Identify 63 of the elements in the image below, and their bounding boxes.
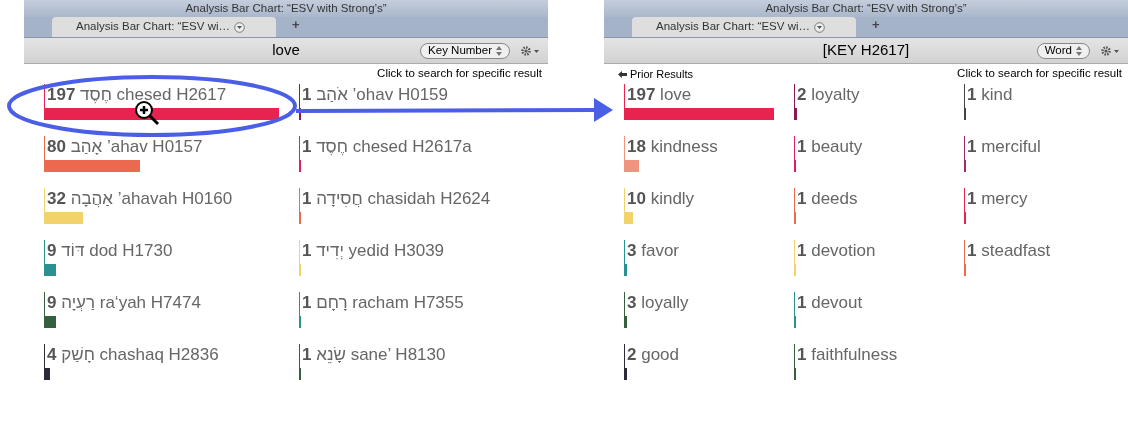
window-title: Analysis Bar Chart: “ESV with Strong’s” bbox=[185, 0, 387, 16]
tab[interactable]: Analysis Bar Chart: “ESV wi… bbox=[632, 17, 856, 37]
result-item[interactable]: 1 beauty bbox=[794, 136, 964, 172]
new-tab-button[interactable]: + bbox=[292, 14, 300, 34]
result-label: 3 favor bbox=[626, 240, 680, 262]
result-label: 1 kind bbox=[966, 84, 1014, 106]
sort-popup[interactable]: Word bbox=[1036, 42, 1090, 59]
sort-popup[interactable]: Key Number bbox=[420, 42, 510, 59]
result-label: 1 beauty bbox=[796, 136, 864, 158]
result-label: 1 steadfast bbox=[966, 240, 1052, 262]
result-item[interactable]: 18 kindness bbox=[624, 136, 794, 172]
result-label: 18 kindness bbox=[626, 136, 719, 158]
result-label: 3 loyally bbox=[626, 292, 690, 314]
window-title: Analysis Bar Chart: “ESV with Strong’s” bbox=[765, 0, 967, 16]
result-item[interactable]: 1 devout bbox=[794, 292, 964, 328]
result-item[interactable]: 3 favor bbox=[624, 240, 794, 276]
up-down-icon bbox=[1076, 45, 1082, 56]
result-label: 1 devotion bbox=[796, 240, 877, 262]
hint-text[interactable]: Click to search for specific result bbox=[957, 65, 1122, 83]
dropdown-icon bbox=[234, 21, 245, 33]
result-item[interactable]: 3 loyally bbox=[624, 292, 794, 328]
result-item[interactable]: 1 steadfast bbox=[964, 240, 1114, 276]
result-label: 10 kindly bbox=[626, 188, 696, 210]
count-bar bbox=[625, 264, 628, 276]
result-label: 1 faithfulness bbox=[796, 344, 899, 366]
zoom-cursor-icon bbox=[135, 101, 160, 126]
tab-label: Analysis Bar Chart: “ESV wi… bbox=[76, 19, 230, 35]
count-bar bbox=[45, 316, 56, 328]
tab-label: Analysis Bar Chart: “ESV wi… bbox=[656, 19, 810, 35]
result-label: 2 loyalty bbox=[796, 84, 861, 106]
result-label: 197 love bbox=[626, 84, 693, 106]
result-item[interactable]: 1 devotion bbox=[794, 240, 964, 276]
result-item[interactable]: 10 kindly bbox=[624, 188, 794, 224]
hint-text[interactable]: Click to search for specific result bbox=[377, 65, 542, 83]
query-title: love bbox=[272, 40, 300, 61]
new-tab-button[interactable]: + bbox=[872, 14, 880, 34]
result-item[interactable]: 1 merciful bbox=[964, 136, 1114, 172]
query-title: [KEY H2617] bbox=[822, 40, 910, 61]
dropdown-icon bbox=[814, 21, 825, 33]
result-item[interactable]: 1 faithfulness bbox=[794, 344, 964, 380]
result-label: 1 devout bbox=[796, 292, 864, 314]
gear-menu-icon[interactable] bbox=[1100, 44, 1120, 57]
count-bar bbox=[625, 160, 639, 172]
result-label: 1 deeds bbox=[796, 188, 859, 210]
count-bar bbox=[625, 316, 628, 328]
result-label: 1 mercy bbox=[966, 188, 1029, 210]
result-item[interactable]: 197 love bbox=[624, 84, 794, 120]
result-item[interactable]: 1 deeds bbox=[794, 188, 964, 224]
up-down-icon bbox=[496, 45, 502, 56]
count-bar bbox=[625, 212, 633, 224]
result-item[interactable]: 2 good bbox=[624, 344, 794, 380]
back-arrow-icon bbox=[618, 70, 627, 78]
gear-menu-icon[interactable] bbox=[520, 44, 540, 57]
result-item[interactable]: 1 kind bbox=[964, 84, 1114, 120]
prior-results-link[interactable]: Prior Results bbox=[618, 65, 693, 83]
tab[interactable]: Analysis Bar Chart: “ESV wi… bbox=[52, 17, 276, 37]
count-bar bbox=[45, 368, 50, 380]
result-item[interactable]: 2 loyalty bbox=[794, 84, 964, 120]
result-label: 2 good bbox=[626, 344, 681, 366]
count-bar bbox=[45, 264, 56, 276]
count-bar bbox=[45, 212, 83, 224]
result-label: 1 merciful bbox=[966, 136, 1042, 158]
result-item[interactable]: 1 mercy bbox=[964, 188, 1114, 224]
